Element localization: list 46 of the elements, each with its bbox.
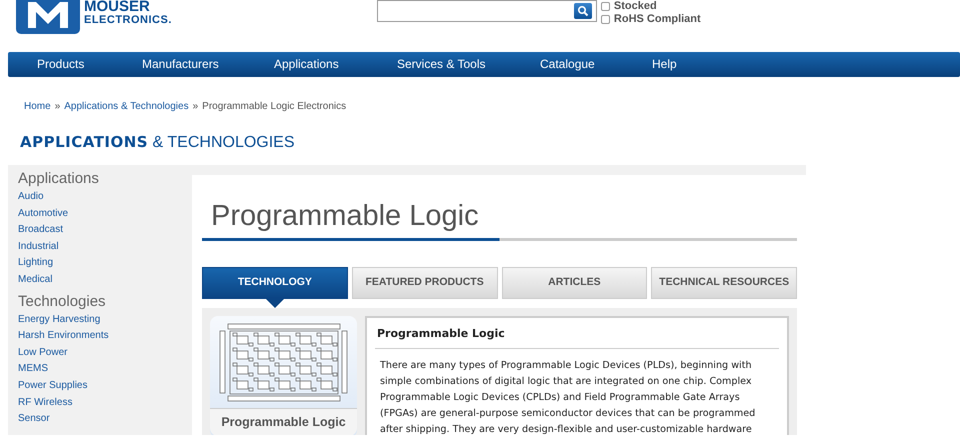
nav-link[interactable]: Products <box>37 52 84 77</box>
tab[interactable]: ARTICLES <box>502 267 648 299</box>
breadcrumb-link[interactable]: Applications & Technologies <box>64 101 189 112</box>
checkbox[interactable] <box>600 15 610 24</box>
breadcrumb-link[interactable]: Home <box>24 101 51 112</box>
tab[interactable]: TECHNICAL RESOURCES <box>651 267 797 299</box>
tab[interactable]: TECHNOLOGY <box>202 267 348 299</box>
checkbox-label: Stocked <box>614 0 657 13</box>
sidebar-link[interactable]: Harsh Environments <box>18 328 192 345</box>
nav-link[interactable]: Manufacturers <box>142 52 219 77</box>
feature-caption: Programmable Logic <box>210 408 357 435</box>
sidebar-link[interactable]: Automotive <box>18 206 192 222</box>
checkbox[interactable] <box>600 2 610 11</box>
logo-icon[interactable] <box>16 0 80 34</box>
tab[interactable]: FEATURED PRODUCTS <box>352 267 498 299</box>
sidebar-link[interactable]: Low Power <box>18 344 192 362</box>
sidebar-link[interactable]: Lighting <box>18 255 192 272</box>
search-field[interactable] <box>376 0 597 22</box>
breadcrumb-separator: » <box>192 101 198 112</box>
section-heading: APPLICATIONS & TECHNOLOGIES <box>19 132 296 153</box>
sidebar-link[interactable]: Broadcast <box>18 222 192 239</box>
sidebar-link[interactable]: Energy Harvesting <box>18 312 192 328</box>
article-text: There are many types of Programmable Logic Devices (PLDs), beginning with simple combinations of digital logic that are integrated on one chip. Complex Programmable Logic Devices (CPLDs) and Field Programmable Gate Arrays (FPGAs) are general-purpose semiconductor devices that can be programmed after shipping. They are very design-flexible and user-customizable hardware <box>379 358 756 435</box>
search-button[interactable] <box>574 3 592 19</box>
logo-text: MOUSER <box>84 0 151 14</box>
logo-subtitle: ELECTRONICS. <box>84 14 172 26</box>
sidebar-link[interactable]: Sensor <box>18 411 192 428</box>
search-icon <box>576 5 589 17</box>
nav-link[interactable]: Catalogue <box>540 52 595 77</box>
sidebar-heading: Technologies <box>18 292 107 312</box>
nav-link[interactable]: Applications <box>274 52 339 77</box>
sidebar-heading: Applications <box>18 169 100 189</box>
sidebar-link[interactable]: Industrial <box>18 238 192 256</box>
checkbox-label: RoHS Compliant <box>614 13 701 26</box>
breadcrumb-current: Programmable Logic Electronics <box>202 101 346 112</box>
sidebar-link[interactable]: RF Wireless <box>18 394 192 412</box>
sidebar-link[interactable]: Power Supplies <box>18 378 192 395</box>
sidebar-link[interactable]: Audio <box>18 189 192 206</box>
nav-link[interactable]: Help <box>652 52 677 77</box>
breadcrumb-separator: » <box>54 101 60 112</box>
sidebar-link[interactable]: Medical <box>18 272 192 289</box>
page-title: Programmable Logic <box>210 199 480 234</box>
nav-link[interactable]: Services & Tools <box>397 52 486 77</box>
feature-card[interactable]: Programmable Logic <box>210 316 357 435</box>
sidebar-link[interactable]: MEMS <box>18 361 192 378</box>
article-title: Programmable Logic <box>375 326 779 348</box>
